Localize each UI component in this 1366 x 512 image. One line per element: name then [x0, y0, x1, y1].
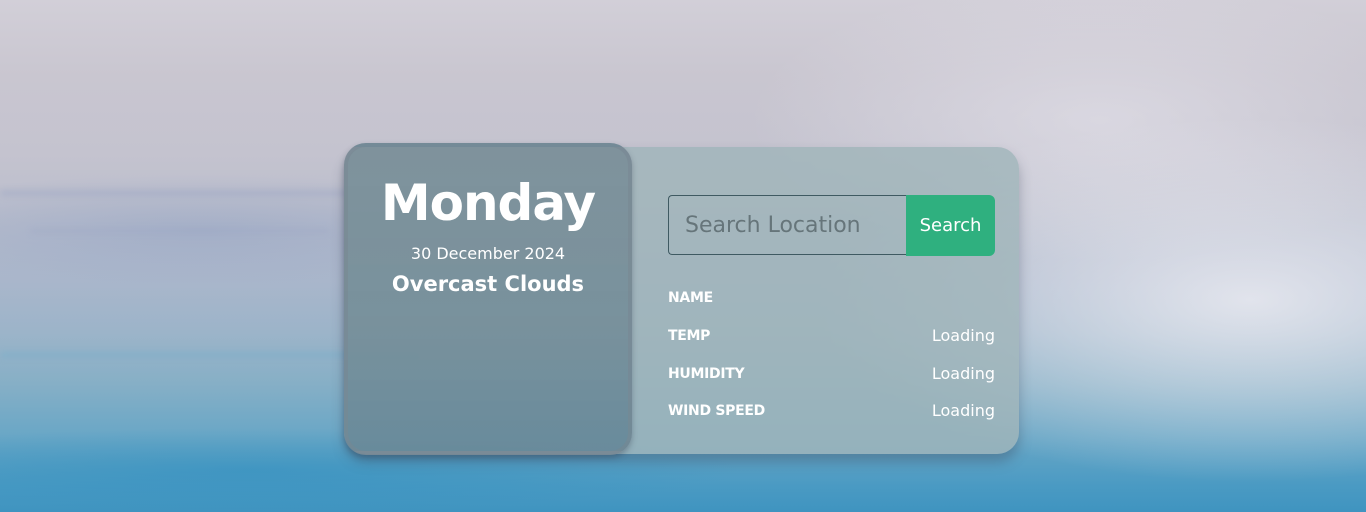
- date-text: 30 December 2024: [410, 244, 566, 263]
- search-location-input[interactable]: [668, 195, 906, 255]
- day-heading: Monday: [380, 174, 596, 232]
- detail-value: Loading: [931, 326, 995, 345]
- detail-label: TEMP: [668, 328, 711, 344]
- detail-row-temp: TEMP Loading: [668, 324, 995, 348]
- detail-row-name: NAME: [668, 286, 995, 310]
- detail-value: Loading: [931, 364, 995, 383]
- detail-label: NAME: [668, 290, 713, 306]
- detail-label: WIND SPEED: [668, 403, 765, 419]
- search-button[interactable]: Search: [906, 195, 995, 256]
- detail-row-humidity: HUMIDITY Loading: [668, 362, 995, 386]
- detail-value: Loading: [931, 401, 995, 420]
- detail-row-wind-speed: WIND SPEED Loading: [668, 399, 995, 423]
- weather-description: Overcast Clouds: [391, 272, 585, 296]
- background-streak: [30, 228, 330, 234]
- detail-label: HUMIDITY: [668, 366, 745, 382]
